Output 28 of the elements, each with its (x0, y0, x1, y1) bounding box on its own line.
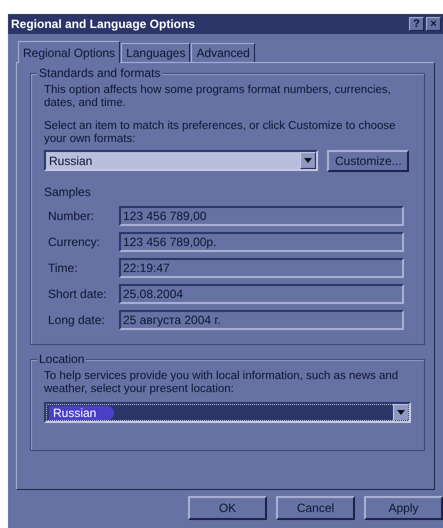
sample-field: 25.08.2004 (119, 284, 404, 304)
tab[interactable]: Regional Options (18, 41, 120, 63)
window-title: Regional and Language Options (11, 17, 196, 31)
dialog-button[interactable]: OK (188, 496, 267, 520)
dialog-button[interactable]: Cancel (276, 496, 355, 520)
close-button[interactable]: × (426, 17, 441, 31)
tab[interactable]: Advanced (191, 43, 255, 62)
dialog-button[interactable]: Apply (364, 496, 443, 520)
sample-field: 123 456 789,00 (119, 206, 404, 226)
sample-label: Long date: (48, 313, 106, 327)
sample-field: 123 456 789,00р. (119, 232, 404, 252)
sample-label: Time: (48, 261, 79, 275)
help-button[interactable]: ? (409, 17, 424, 31)
samples-label: Samples (44, 185, 92, 199)
instruction-text: To help services provide you with local information, such as news and weather, select your present location: (44, 370, 400, 396)
group-title: Standards and formats (37, 66, 162, 80)
sample-field: 22:19:47 (119, 258, 404, 278)
instruction-text: Select an item to match its preferences, or click Customize to choose your own formats: (44, 120, 397, 146)
sample-label: Currency: (48, 235, 102, 249)
sample-field: 25 августа 2004 г. (119, 310, 404, 330)
sample-label: Number: (48, 209, 96, 223)
tab[interactable]: Languages (121, 43, 190, 62)
location-dropdown[interactable]: Russian (44, 402, 411, 423)
format-dropdown[interactable]: Russian (44, 150, 318, 171)
sample-label: Short date: (48, 287, 108, 301)
description-text: This option affects how some programs format numbers, currencies, dates, and time. (44, 84, 392, 110)
group-title: Location (37, 352, 86, 366)
customize-button[interactable]: Customize... (327, 150, 409, 172)
